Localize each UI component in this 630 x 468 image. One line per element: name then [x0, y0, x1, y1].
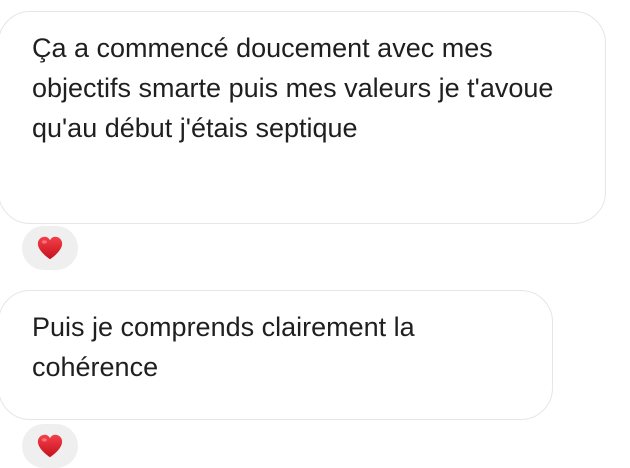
heart-icon [37, 236, 63, 260]
reaction-badge[interactable] [22, 226, 78, 270]
message-bubble[interactable]: Puis je comprends clairement la cohérenc… [0, 290, 553, 420]
reaction-badge[interactable] [22, 424, 78, 468]
message-text: Ça a commencé doucement avec mes objecti… [32, 33, 554, 143]
heart-icon [37, 434, 63, 458]
message-bubble[interactable]: Ça a commencé doucement avec mes objecti… [0, 11, 606, 224]
message-text: Puis je comprends clairement la cohérenc… [32, 312, 415, 382]
